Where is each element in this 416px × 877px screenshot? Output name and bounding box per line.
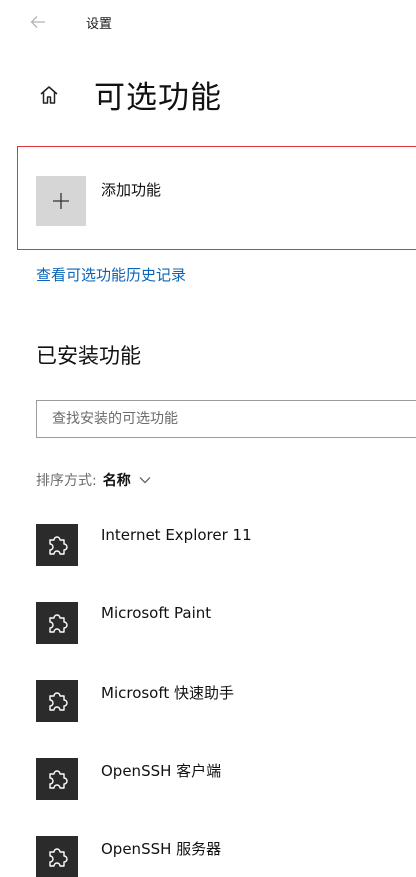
list-item[interactable]: Microsoft 快速助手	[36, 678, 406, 756]
feature-name: Microsoft 快速助手	[101, 684, 235, 702]
back-button[interactable]	[22, 6, 54, 38]
puzzle-piece-icon	[36, 602, 78, 644]
back-arrow-icon	[30, 16, 45, 28]
search-installed-input[interactable]	[36, 400, 416, 438]
feature-name: OpenSSH 客户端	[101, 762, 222, 780]
plus-icon	[53, 193, 69, 209]
list-item[interactable]: OpenSSH 客户端	[36, 756, 406, 834]
installed-features-list: Internet Explorer 11 Microsoft Paint Mic…	[36, 522, 406, 877]
installed-features-heading: 已安装功能	[36, 344, 141, 368]
settings-window: 设置 可选功能 添加功能 查看可选功能历史记录 已安装功能 排序方式: 名称	[0, 0, 416, 877]
list-item[interactable]: Microsoft Paint	[36, 600, 406, 678]
sort-value: 名称	[102, 473, 131, 489]
feature-history-link[interactable]: 查看可选功能历史记录	[36, 264, 186, 285]
home-icon	[40, 86, 58, 104]
chevron-down-icon	[139, 476, 151, 484]
add-feature-tile	[36, 176, 86, 226]
list-item[interactable]: Internet Explorer 11	[36, 522, 406, 600]
title-bar: 设置	[0, 0, 416, 46]
puzzle-piece-icon	[36, 836, 78, 877]
add-feature-label: 添加功能	[101, 181, 162, 199]
feature-name: OpenSSH 服务器	[101, 840, 222, 858]
sort-label: 排序方式:	[36, 473, 97, 489]
add-feature-button[interactable]: 添加功能	[36, 176, 161, 226]
page-title: 可选功能	[94, 80, 222, 116]
puzzle-piece-icon	[36, 524, 78, 566]
puzzle-piece-icon	[36, 680, 78, 722]
puzzle-piece-icon	[36, 758, 78, 800]
feature-name: Microsoft Paint	[101, 604, 212, 622]
feature-name: Internet Explorer 11	[101, 526, 252, 544]
list-item[interactable]: OpenSSH 服务器	[36, 834, 406, 877]
app-title: 设置	[86, 17, 113, 32]
sort-dropdown[interactable]: 排序方式: 名称	[36, 470, 151, 490]
